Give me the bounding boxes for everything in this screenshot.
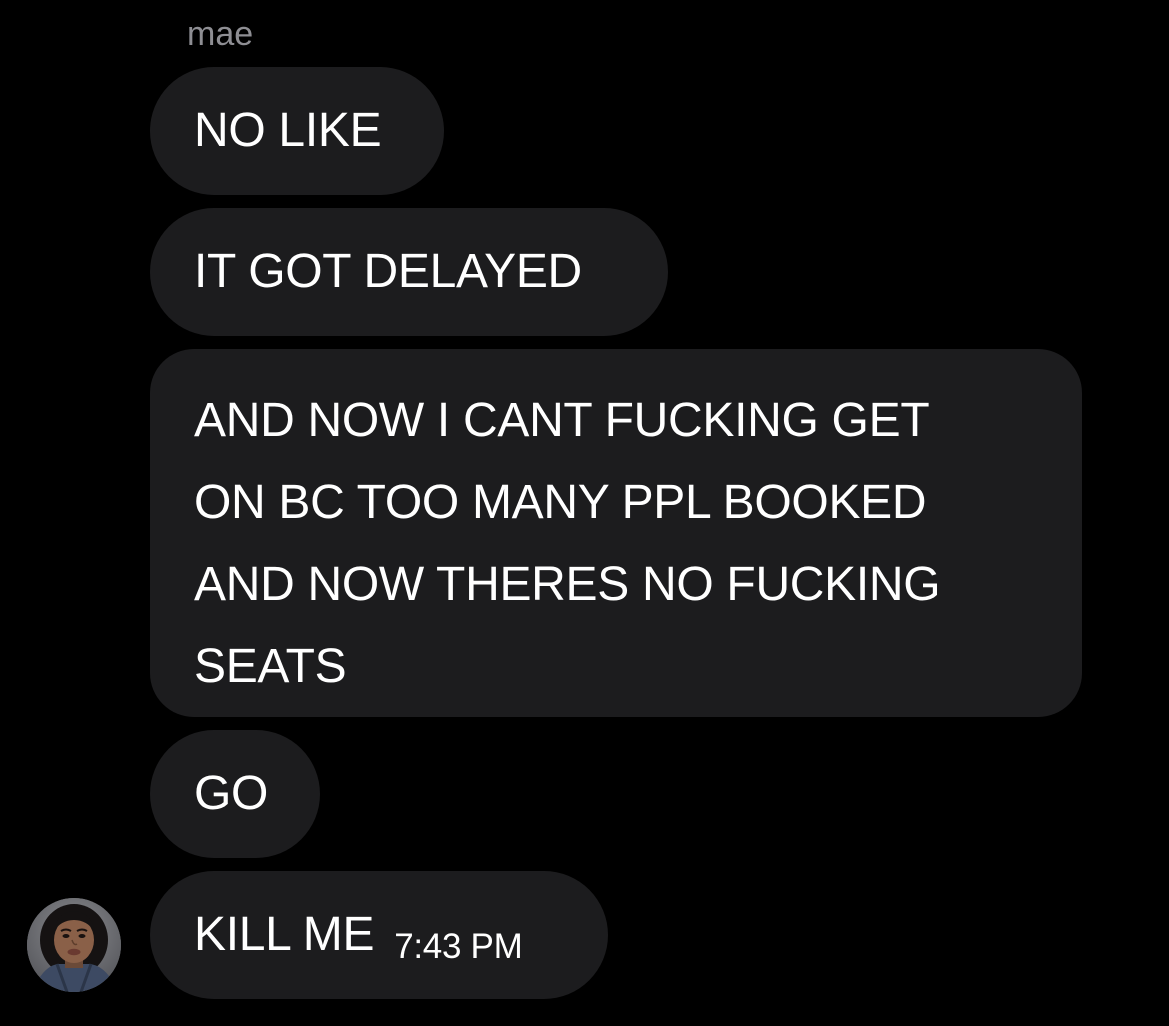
message-text: NO LIKE xyxy=(194,104,382,157)
message-text: IT GOT DELAYED xyxy=(194,245,582,298)
message-text: KILL ME xyxy=(194,908,375,961)
message-timestamp: 7:43 PM xyxy=(394,927,523,966)
message-text: GO xyxy=(194,767,269,820)
message-text-line: SEATS xyxy=(194,640,347,693)
message-bubble[interactable]: KILL ME 7:43 PM xyxy=(150,871,608,999)
sender-avatar[interactable] xyxy=(27,898,121,992)
message-text-line: AND NOW THERES NO FUCKING xyxy=(194,558,941,611)
message-bubble[interactable]: IT GOT DELAYED xyxy=(150,208,668,336)
message-bubble[interactable]: AND NOW I CANT FUCKING GET ON BC TOO MAN… xyxy=(150,349,1082,717)
message-bubble[interactable]: NO LIKE xyxy=(150,67,444,195)
message-bubble[interactable]: GO xyxy=(150,730,320,858)
sender-name: mae xyxy=(187,15,254,53)
message-text-line: ON BC TOO MANY PPL BOOKED xyxy=(194,476,927,529)
message-text-line: AND NOW I CANT FUCKING GET xyxy=(194,394,930,447)
profile-photo-icon xyxy=(27,898,121,992)
